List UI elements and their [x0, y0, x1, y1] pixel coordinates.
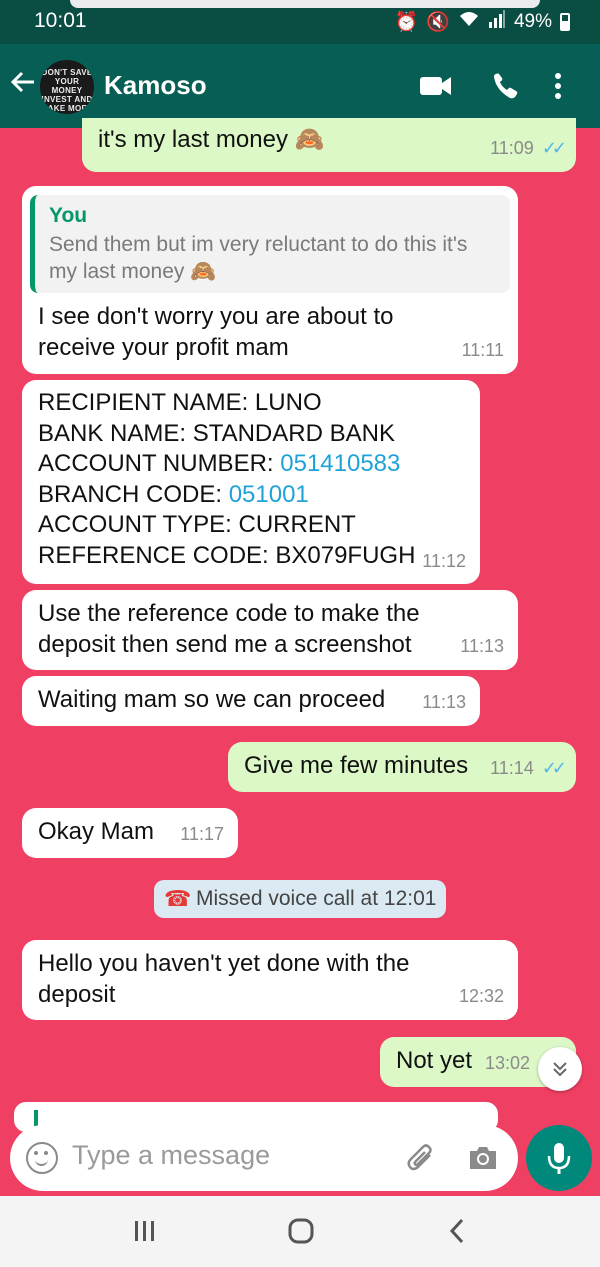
- chat-header: DON'T SAVE YOUR MONEY INVEST AND MAKE MO…: [0, 44, 600, 128]
- back-icon[interactable]: [446, 1216, 470, 1251]
- message-time: 11:12: [422, 550, 466, 571]
- message-text: Give me few minutes: [244, 752, 469, 779]
- outgoing-message[interactable]: it's my last money 🙈 11:09 ✓✓: [82, 118, 576, 172]
- status-bar: 10:01 ⏰ 🔇 49%: [0, 0, 600, 44]
- status-icons: ⏰ 🔇 49%: [395, 10, 570, 34]
- back-arrow-icon[interactable]: [8, 66, 42, 106]
- camera-icon[interactable]: [466, 1141, 500, 1175]
- message-time: 11:09: [490, 138, 534, 158]
- message-time: 11:13: [460, 636, 504, 656]
- message-text: Okay Mam: [38, 818, 155, 845]
- field-label: ACCOUNT NUMBER:: [38, 450, 281, 477]
- recent-apps-icon[interactable]: [132, 1216, 158, 1251]
- wifi-icon: [458, 10, 480, 34]
- battery-icon: [560, 13, 570, 31]
- read-receipt-icon: ✓✓: [541, 758, 567, 778]
- message-text: Use the reference code to make the depos…: [38, 600, 420, 658]
- account-number-link[interactable]: 051410583: [280, 450, 400, 477]
- contact-name[interactable]: Kamoso: [104, 70, 207, 101]
- message-text: it's my last money 🙈: [98, 126, 325, 153]
- alarm-icon: ⏰: [394, 12, 419, 33]
- more-options-icon[interactable]: [548, 66, 588, 106]
- missed-call-notice[interactable]: ☎ Missed voice call at 12:01: [154, 880, 446, 918]
- avatar[interactable]: DON'T SAVE YOUR MONEY INVEST AND MAKE MO…: [40, 60, 94, 114]
- read-receipt-icon: ✓✓: [541, 138, 567, 158]
- incoming-message[interactable]: Waiting mam so we can proceed 11:13: [22, 676, 480, 726]
- emoji-icon[interactable]: [26, 1142, 58, 1174]
- message-time: 11:11: [461, 340, 504, 360]
- video-call-icon[interactable]: [418, 66, 458, 106]
- scroll-to-bottom-button[interactable]: [538, 1047, 582, 1091]
- missed-call-icon: ☎: [164, 886, 192, 911]
- incoming-message[interactable]: Okay Mam 11:17: [22, 808, 238, 858]
- message-input[interactable]: Type a message: [72, 1140, 270, 1171]
- message-time: 12:32: [458, 986, 504, 1006]
- message-line: ACCOUNT NUMBER: 051410583: [38, 449, 464, 480]
- branch-code-link[interactable]: 051001: [229, 481, 309, 508]
- outgoing-message[interactable]: Give me few minutes 11:14 ✓✓: [228, 742, 576, 792]
- incoming-message[interactable]: RECIPIENT NAME: LUNO BANK NAME: STANDARD…: [22, 380, 480, 584]
- message-time: 11:13: [422, 692, 466, 712]
- battery-percent: 49%: [513, 11, 552, 32]
- quoted-author: You: [49, 204, 88, 227]
- attach-icon[interactable]: [404, 1141, 438, 1175]
- message-line: RECIPIENT NAME: LUNO: [38, 389, 322, 416]
- status-time: 10:01: [34, 9, 87, 32]
- mic-button[interactable]: [526, 1125, 592, 1191]
- incoming-message[interactable]: Hello you haven't yet done with the depo…: [22, 940, 518, 1020]
- home-icon[interactable]: [286, 1216, 316, 1251]
- message-time: 11:17: [180, 824, 224, 844]
- signal-icon: [488, 10, 506, 34]
- missed-call-text: Missed voice call at 12:01: [196, 887, 437, 910]
- message-line: BANK NAME: STANDARD BANK: [38, 419, 395, 447]
- message-text: Not yet: [396, 1047, 473, 1074]
- quoted-message[interactable]: You Send them but im very reluctant to d…: [30, 195, 510, 293]
- message-line: REFERENCE CODE: BX079FUGH: [38, 541, 416, 569]
- quoted-text: Send them but im very reluctant to do th…: [49, 233, 468, 283]
- incoming-message[interactable]: You Send them but im very reluctant to d…: [22, 186, 518, 374]
- message-text: Waiting mam so we can proceed: [38, 686, 386, 713]
- message-input-bar[interactable]: Type a message: [10, 1125, 518, 1191]
- notification-pill: [70, 0, 540, 8]
- message-time: 13:02: [484, 1053, 530, 1073]
- field-label: BRANCH CODE:: [38, 480, 229, 508]
- message-text: Hello you haven't yet done with the depo…: [38, 950, 410, 1008]
- incoming-message[interactable]: Use the reference code to make the depos…: [22, 590, 518, 670]
- system-nav-bar: [0, 1196, 600, 1267]
- message-time: 11:14: [490, 758, 534, 778]
- mute-icon: 🔇: [426, 12, 450, 33]
- message-line: ACCOUNT TYPE: CURRENT: [38, 511, 356, 538]
- message-text: I see don't worry you are about to recei…: [38, 303, 394, 361]
- voice-call-icon[interactable]: [488, 66, 528, 106]
- message-line: BRANCH CODE: 051001: [38, 480, 464, 511]
